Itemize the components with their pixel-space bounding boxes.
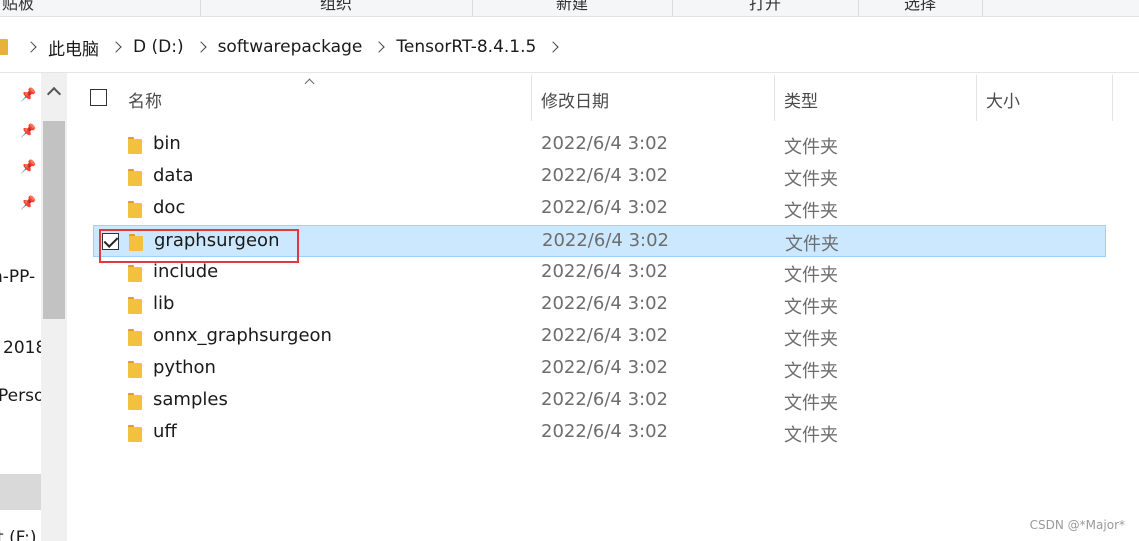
chevron-right-icon[interactable] [107,35,125,59]
ribbon-group-organize[interactable]: 组织 [200,0,473,16]
nav-item-selected[interactable] [0,474,41,510]
file-date: 2022/6/4 3:02 [541,165,668,186]
file-date: 2022/6/4 3:02 [541,197,668,218]
file-type: 文件夹 [785,234,839,255]
ribbon-group-label: 剪贴板 [0,0,35,13]
folder-icon [128,329,142,346]
file-name: python [153,357,216,378]
watermark: CSDN @*Major* [1029,518,1125,532]
folder-icon [128,393,142,410]
chevron-right-icon[interactable] [192,35,210,59]
ribbon-group-select[interactable]: 选择 [858,0,983,16]
column-size[interactable]: 大小 [986,87,1020,112]
file-row[interactable]: doc 2022/6/4 3:02 文件夹 [68,193,1108,225]
file-name: doc [153,197,186,218]
folder-icon [128,137,142,154]
breadcrumb-tensorrt[interactable]: TensorRT-8.4.1.5 [396,37,536,57]
highlight-box [99,229,299,263]
file-row[interactable]: data 2022/6/4 3:02 文件夹 [68,161,1108,193]
folder-icon [128,169,142,186]
ribbon-labels: 剪贴板 组织 新建 打开 选择 [0,0,1139,17]
file-name: samples [153,389,228,410]
chevron-right-icon[interactable] [370,35,388,59]
address-bar[interactable]: 此电脑 D (D:) softwarepackage TensorRT-8.4.… [0,22,1139,73]
pin-icon: 📌 [20,196,37,211]
chevron-right-icon[interactable] [544,35,562,59]
ribbon-group-new[interactable]: 新建 [472,0,673,16]
column-divider[interactable] [531,75,532,121]
file-type: 文件夹 [784,201,838,222]
file-name: uff [153,421,177,442]
nav-item[interactable]: n-PP- [0,267,35,287]
file-date: 2022/6/4 3:02 [541,133,668,154]
breadcrumb: 此电脑 D (D:) softwarepackage TensorRT-8.4.… [14,35,570,60]
file-row[interactable]: onnx_graphsurgeon 2022/6/4 3:02 文件夹 [68,321,1108,353]
file-date: 2022/6/4 3:02 [542,230,669,251]
nav-item[interactable]: 2018 [3,338,46,358]
pin-icon: 📌 [20,160,37,175]
file-date: 2022/6/4 3:02 [541,421,668,442]
file-name: data [153,165,194,186]
pin-icon: 📌 [20,88,37,103]
nav-item[interactable]: Perso [0,386,44,406]
ribbon-group-clipboard[interactable]: 剪贴板 [0,0,201,16]
file-date: 2022/6/4 3:02 [541,261,668,282]
file-date: 2022/6/4 3:02 [541,325,668,346]
file-type: 文件夹 [784,137,838,158]
file-type: 文件夹 [784,361,838,382]
file-row[interactable]: lib 2022/6/4 3:02 文件夹 [68,289,1108,321]
column-divider[interactable] [976,75,977,121]
folder-icon [0,39,8,55]
file-name: bin [153,133,181,154]
column-header: 名称 修改日期 类型 大小 [68,73,1139,123]
ribbon-group-label: 组织 [319,0,352,13]
folder-icon [128,361,142,378]
column-divider[interactable] [774,75,775,121]
ribbon-group-label: 选择 [903,0,936,13]
chevron-right-icon[interactable] [22,35,40,59]
navigation-pane: 📌 📌 📌 📌 n-PP- 2018 Perso t (F:) [0,73,68,541]
file-type: 文件夹 [784,329,838,350]
file-type: 文件夹 [784,265,838,286]
breadcrumb-drive-d[interactable]: D (D:) [133,37,184,57]
folder-icon [128,297,142,314]
file-date: 2022/6/4 3:02 [541,357,668,378]
breadcrumb-this-pc[interactable]: 此电脑 [48,35,99,60]
file-name: include [153,261,219,282]
select-all-checkbox[interactable] [90,89,107,106]
column-name[interactable]: 名称 [128,87,162,112]
file-row[interactable]: uff 2022/6/4 3:02 文件夹 [68,417,1108,449]
nav-item[interactable]: t (F:) [0,528,37,541]
folder-icon [128,201,142,218]
ribbon-group-label: 新建 [555,0,588,13]
folder-icon [128,425,142,442]
pin-icon: 📌 [20,124,37,139]
file-row[interactable]: bin 2022/6/4 3:02 文件夹 [68,129,1108,161]
file-type: 文件夹 [784,297,838,318]
file-type: 文件夹 [784,169,838,190]
file-row[interactable]: python 2022/6/4 3:02 文件夹 [68,353,1108,385]
column-divider[interactable] [1112,75,1113,121]
sort-up-icon [304,76,314,86]
ribbon-group-label: 打开 [748,0,781,13]
file-name: lib [153,293,175,314]
file-date: 2022/6/4 3:02 [541,389,668,410]
file-type: 文件夹 [784,425,838,446]
ribbon-group-open[interactable]: 打开 [672,0,859,16]
file-row[interactable]: samples 2022/6/4 3:02 文件夹 [68,385,1108,417]
breadcrumb-softwarepackage[interactable]: softwarepackage [218,37,363,57]
scroll-up-icon[interactable] [41,81,67,101]
file-type: 文件夹 [784,393,838,414]
folder-icon [128,265,142,282]
column-date-modified[interactable]: 修改日期 [541,87,609,112]
file-name: onnx_graphsurgeon [153,325,332,346]
column-type[interactable]: 类型 [784,87,818,112]
nav-scrollbar-thumb[interactable] [43,121,65,319]
file-date: 2022/6/4 3:02 [541,293,668,314]
